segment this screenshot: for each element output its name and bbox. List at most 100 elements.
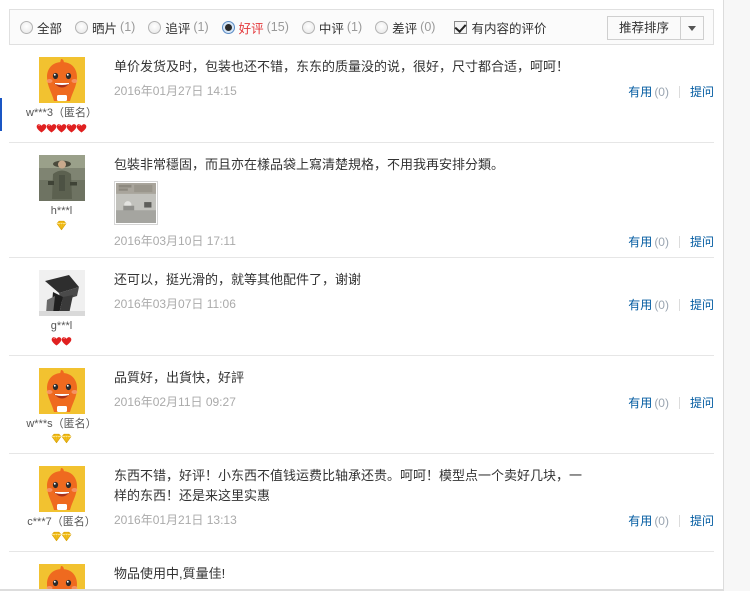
ask-button[interactable]: 提问 [690,296,714,313]
radio-icon[interactable] [375,20,389,34]
useful-count: (0) [654,298,669,312]
filter-option-label[interactable]: 差评 [392,18,417,37]
useful-button[interactable]: 有用(0) [628,83,669,100]
sort-dropdown-label[interactable]: 推荐排序 [608,17,681,39]
review-text: 包裝非常穩固，而且亦在樣品袋上寫清楚規格，不用我再安排分類。 [114,157,505,172]
filter-option-0[interactable]: 全部 [20,18,62,37]
content-only-label[interactable]: 有内容的评价 [471,18,546,37]
useful-button[interactable]: 有用(0) [628,394,669,411]
filter-option-3[interactable]: 好评 (15) [221,18,289,37]
ask-button[interactable]: 提问 [690,512,714,529]
sort-dropdown[interactable]: 推荐排序 [606,16,704,40]
review-actions: 有用(0) 提问 [628,394,714,411]
review-actions: 有用(0) 提问 [628,83,714,100]
filter-option-2[interactable]: 追评 (1) [148,18,209,37]
review-body: 还可以，挺光滑的，就等其他配件了，谢谢 2016年03月07日 11:06 [114,268,714,347]
diamond-badge-icon [56,221,67,231]
review-username[interactable]: w***3（匿名） [9,106,114,120]
review-date: 2016年03月07日 11:06 [114,297,236,311]
ask-button[interactable]: 提问 [690,233,714,250]
action-separator [678,235,680,248]
review-text: 单价发货及时，包装也还不错，东东的质量没的说，很好，尺寸都合适，呵呵！ [114,59,570,74]
content-only-filter[interactable]: 有内容的评价 [454,18,546,37]
useful-label[interactable]: 有用 [628,235,652,249]
filter-option-label[interactable]: 晒片 [92,18,117,37]
chevron-down-icon[interactable] [681,17,703,39]
review-body: 品質好，出貨快，好評 2016年02月11日 09:27 [114,366,714,445]
review-list-page: 全部 晒片 (1) 追评 (1) 好评 (15) 中评 (1) 差评 (0) 有内容的评价 推荐排序… [0,0,750,591]
review-actions: 有用(0) 提问 [628,512,714,529]
useful-label[interactable]: 有用 [628,514,652,528]
ask-button[interactable]: 提问 [690,83,714,100]
review-text: 还可以，挺光滑的，就等其他配件了，谢谢 [114,272,362,287]
filter-option-label[interactable]: 全部 [37,18,62,37]
filter-option-label[interactable]: 追评 [165,18,190,37]
review-username[interactable]: c***7（匿名） [9,515,114,529]
diamond-badge-icon [61,532,72,542]
review-user [9,562,114,591]
radio-checked-icon[interactable] [221,20,235,34]
filter-option-count: (0) [420,20,436,34]
page-right-gutter [724,0,750,591]
review-username[interactable]: g***l [9,319,114,333]
useful-label[interactable]: 有用 [628,85,652,99]
review-thumbnail-wrap[interactable] [114,181,584,225]
review-actions: 有用(0) 提问 [628,296,714,313]
useful-count: (0) [654,85,669,99]
joy-mascot-avatar [38,368,85,414]
radio-icon[interactable] [301,20,315,34]
review-user: h***l [9,153,114,249]
ask-button[interactable]: 提问 [690,394,714,411]
review-body: 单价发货及时，包装也还不错，东东的质量没的说，很好，尺寸都合适，呵呵！ 2016年… [114,55,714,134]
filter-option-count: (15) [266,20,289,34]
review-text: 东西不错，好评！小东西不值钱运费比轴承还贵。呵呵！模型点一个卖好几块，一样的东西… [114,468,583,503]
useful-button[interactable]: 有用(0) [628,296,669,313]
joy-mascot-avatar [38,57,85,103]
review-username[interactable]: h***l [9,204,114,218]
useful-count: (0) [654,235,669,249]
radio-icon[interactable] [20,20,33,34]
filter-option-5[interactable]: 差评 (0) [375,18,435,37]
useful-label[interactable]: 有用 [628,396,652,410]
useful-count: (0) [654,514,669,528]
review-item: 物品使用中,質量佳!2016年01月04日 11:51有用(0)提问 [9,552,714,591]
filter-option-1[interactable]: 晒片 (1) [75,18,135,37]
photo-soldier-avatar [38,155,85,201]
content-only-checkbox[interactable] [454,20,468,34]
joy-mascot-avatar [38,564,85,591]
useful-button[interactable]: 有用(0) [628,512,669,529]
review-item: c***7（匿名） 东西不错，好评！小东西不值钱运费比轴承还贵。呵呵！模型点一个卖… [9,454,714,552]
useful-count: (0) [654,396,669,410]
review-item: w***s（匿名） 品質好，出貨快，好評 2016年02月11日 09:27 有用 (0… [9,356,714,454]
filter-option-count: (1) [193,20,209,34]
review-username[interactable]: w***s（匿名） [9,417,114,431]
review-actions: 有用(0) 提问 [628,233,714,250]
action-separator [678,396,680,409]
reviews-panel: 全部 晒片 (1) 追评 (1) 好评 (15) 中评 (1) 差评 (0) 有内容的评价 推荐排序… [0,0,724,591]
radio-icon[interactable] [148,20,162,34]
text-caret [0,98,2,131]
useful-label[interactable]: 有用 [628,298,652,312]
useful-button[interactable]: 有用(0) [628,233,669,250]
review-user: g***l [9,268,114,347]
review-body: 物品使用中,質量佳!2016年01月04日 11:51 [114,562,714,591]
heart-badge-icon [76,123,87,133]
filter-option-label[interactable]: 中评 [319,18,344,37]
filter-option-count: (1) [346,20,363,34]
review-user: c***7（匿名） [9,464,114,543]
action-separator [678,85,680,98]
review-user: w***3（匿名） [9,55,114,134]
review-list: w***3（匿名） 单价发货及时，包装也还不错，东东的质量没的说，很好，尺寸都合适… [0,45,723,591]
photo-object-avatar [38,270,85,316]
diamond-badge-icon [61,434,72,444]
joy-mascot-avatar [38,466,85,512]
user-level-badges [9,220,114,232]
radio-icon[interactable] [75,20,89,34]
review-item: g***l 还可以，挺光滑的，就等其他配件了，谢谢 2016年03月07日 11:0… [9,258,714,356]
user-level-badges [9,531,114,543]
filter-option-label[interactable]: 好评 [239,18,264,37]
review-photo-thumbnail [114,181,158,225]
filter-option-count: (1) [120,20,136,34]
review-date: 2016年01月27日 14:15 [114,84,237,98]
filter-option-4[interactable]: 中评 (1) [301,18,363,37]
